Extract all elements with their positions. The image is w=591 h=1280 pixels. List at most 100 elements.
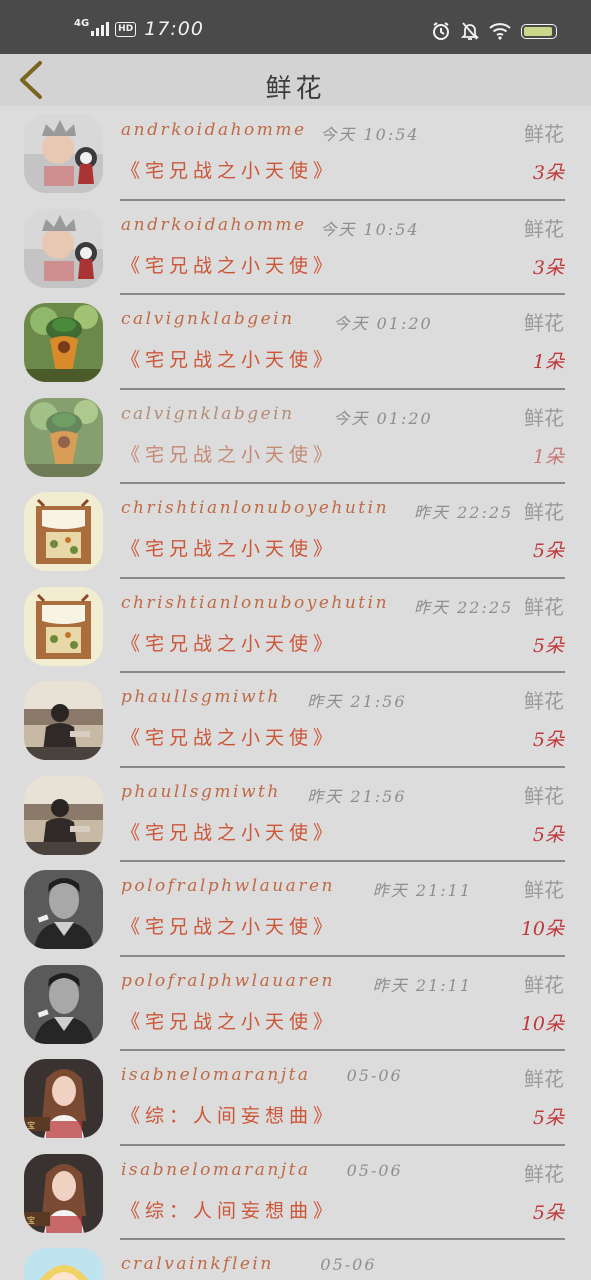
flower-count: 3朵 xyxy=(532,162,564,184)
signal-icon xyxy=(91,22,110,36)
svg-text:宝: 宝 xyxy=(27,1215,35,1225)
username[interactable]: phaullsgmiwth xyxy=(121,687,281,707)
flower-record-item[interactable]: andrkoidahomme 今天 10:54 鲜花《宅兄战之小天使》 3朵 xyxy=(0,106,591,201)
book-title-link[interactable]: 《宅兄战之小天使》 xyxy=(121,912,337,939)
gift-type-label: 鲜花 xyxy=(524,500,564,524)
username[interactable]: chrishtianlonuboyehutin xyxy=(121,498,389,518)
book-title-link[interactable]: 《综：人间妄想曲》 xyxy=(121,1196,337,1223)
gift-type-label: 鲜花 xyxy=(524,594,564,619)
hd-badge: HD xyxy=(115,21,137,37)
gift-type-label: 鲜花 xyxy=(524,972,564,997)
gift-time: 昨天 21:11 xyxy=(372,881,472,900)
book-title-link[interactable]: 《宅兄战之小天使》 xyxy=(121,534,337,561)
flower-record-item[interactable]: polofralphwlauaren 昨天 21:11 鲜花《宅兄战之小天使》 10朵 xyxy=(0,957,591,1051)
gift-type-label: 鲜花 xyxy=(524,122,564,146)
gift-time: 今天 01:20 xyxy=(333,314,433,333)
gift-type-label: 鲜花 xyxy=(524,783,564,808)
flower-record-item[interactable]: chrishtianlonuboyehutin 昨天 22:25 鲜花《宅兄战之小天… xyxy=(0,579,591,673)
book-title-link[interactable]: 《宅兄战之小天使》 xyxy=(121,818,337,845)
flower-record-item[interactable]: calvignklabgein 今天 01:20 鲜花《宅兄战之小天使》 1朵 xyxy=(0,295,591,390)
flower-record-item[interactable]: calvignklabgein 今天 01:20 鲜花 《宅兄战之小天使》 1朵 xyxy=(0,390,591,484)
flower-count: 1朵 xyxy=(532,445,564,468)
book-title-link[interactable]: 《宅兄战之小天使》 xyxy=(121,156,337,183)
flower-record-item[interactable]: chrishtianlonuboyehutin 昨天 22:25 鲜花《宅兄战之小天… xyxy=(0,484,591,579)
status-time: 17:00 xyxy=(144,18,204,40)
avatar[interactable] xyxy=(24,397,103,477)
gift-type-label: 鲜花 xyxy=(524,216,564,241)
gift-time: 昨天 22:25 xyxy=(414,597,514,617)
avatar[interactable] xyxy=(24,775,103,855)
gift-time: 昨天 21:56 xyxy=(307,692,407,711)
username[interactable]: isabnelomaranjta xyxy=(121,1160,311,1180)
username[interactable]: chrishtianlonuboyehutin xyxy=(121,593,389,613)
gift-type-label: 鲜花 xyxy=(524,1067,564,1091)
username[interactable]: andrkoidahomme xyxy=(121,120,307,140)
book-title-link[interactable]: 《宅兄战之小天使》 xyxy=(121,345,337,372)
alarm-icon xyxy=(433,22,449,40)
battery-icon xyxy=(521,23,557,39)
gift-time: 05-06 xyxy=(346,1066,403,1085)
book-title-link[interactable]: 《宅兄战之小天使》 xyxy=(121,629,337,656)
username[interactable]: cralvainkflein xyxy=(121,1254,274,1274)
gift-time: 05-06 xyxy=(320,1255,377,1274)
book-title-link[interactable]: 《宅兄战之小天使》 xyxy=(121,251,337,278)
gift-time: 05-06 xyxy=(346,1160,403,1180)
gift-time: 今天 01:20 xyxy=(333,408,433,428)
flower-record-item[interactable]: phaullsgmiwth 昨天 21:56 鲜花《宅兄战之小天使》 5朵 xyxy=(0,673,591,768)
flower-count: 5朵 xyxy=(532,1201,564,1224)
avatar[interactable] xyxy=(24,681,103,760)
gift-time: 昨天 22:25 xyxy=(414,503,514,522)
gift-time: 今天 10:54 xyxy=(320,125,420,144)
flower-count: 5朵 xyxy=(532,634,564,657)
username[interactable]: calvignklabgein xyxy=(121,404,295,424)
book-title-link[interactable]: 《综：人间妄想曲》 xyxy=(121,1101,337,1128)
avatar[interactable] xyxy=(24,492,103,571)
flower-count: 5朵 xyxy=(532,1107,564,1129)
username[interactable]: phaullsgmiwth xyxy=(121,782,281,802)
avatar[interactable] xyxy=(24,964,103,1044)
page-title: 鲜花 xyxy=(265,74,326,104)
flower-count: 10朵 xyxy=(520,918,564,940)
flower-record-item[interactable]: andrkoidahomme 今天 10:54 鲜花《宅兄战之小天使》 3朵 xyxy=(0,201,591,295)
page-header: 鲜花 xyxy=(0,54,591,106)
avatar[interactable] xyxy=(24,586,103,666)
flower-record-item[interactable]: polofralphwlauaren 昨天 21:11 鲜花《宅兄战之小天使》 10朵 xyxy=(0,862,591,957)
gift-type-label: 鲜花 xyxy=(524,311,564,335)
svg-text:宝: 宝 xyxy=(27,1120,35,1130)
username[interactable]: isabnelomaranjta xyxy=(121,1065,311,1085)
username[interactable]: calvignklabgein xyxy=(121,309,295,329)
flower-count: 5朵 xyxy=(532,729,564,751)
book-title-link[interactable]: 《宅兄战之小天使》 xyxy=(121,723,337,750)
avatar[interactable] xyxy=(24,208,103,288)
gift-time: 昨天 21:56 xyxy=(307,786,407,806)
flower-count: 1朵 xyxy=(532,351,564,373)
network-type: 4G xyxy=(74,17,90,29)
username[interactable]: polofralphwlauaren xyxy=(121,971,335,991)
flower-count: 10朵 xyxy=(520,1012,564,1035)
gift-type-label: 鲜花 xyxy=(524,878,564,902)
flower-record-item[interactable]: cralvainkflein 05-06 xyxy=(0,1240,591,1280)
avatar[interactable] xyxy=(24,303,103,382)
book-title-link[interactable]: 《宅兄战之小天使》 xyxy=(121,1007,337,1034)
avatar[interactable] xyxy=(24,114,103,193)
flower-record-item[interactable]: 宝 isabnelomaranjta 05-06 鲜花《综：人间妄想曲》 5朵 xyxy=(0,1146,591,1240)
mute-bell-icon xyxy=(461,22,479,40)
flower-count: 3朵 xyxy=(532,256,564,279)
gift-type-label: 鲜花 xyxy=(524,1161,564,1186)
flower-record-item[interactable]: phaullsgmiwth 昨天 21:56 鲜花《宅兄战之小天使》 5朵 xyxy=(0,768,591,862)
book-title-link[interactable]: 《宅兄战之小天使》 xyxy=(121,440,337,467)
avatar[interactable]: 宝 xyxy=(24,1153,103,1233)
flower-count: 5朵 xyxy=(532,823,564,846)
avatar[interactable]: 宝 xyxy=(24,1059,103,1138)
username[interactable]: andrkoidahomme xyxy=(121,215,307,235)
avatar[interactable] xyxy=(24,870,103,949)
flower-record-list[interactable]: andrkoidahomme 今天 10:54 鲜花 《宅兄战之小天使》 3朵 andrk… xyxy=(0,106,591,1280)
username[interactable]: polofralphwlauaren xyxy=(121,876,335,896)
status-bar: 4G HD 17:00 xyxy=(0,0,591,54)
gift-time: 昨天 21:11 xyxy=(372,975,472,995)
gift-type-label: 鲜花 xyxy=(524,689,564,713)
flower-record-item[interactable]: 宝 isabnelomaranjta 05-06 鲜花《综：人间妄想曲》 5朵 xyxy=(0,1051,591,1146)
avatar[interactable] xyxy=(24,1248,103,1280)
gift-time: 今天 10:54 xyxy=(320,219,420,239)
wifi-icon xyxy=(489,23,511,40)
